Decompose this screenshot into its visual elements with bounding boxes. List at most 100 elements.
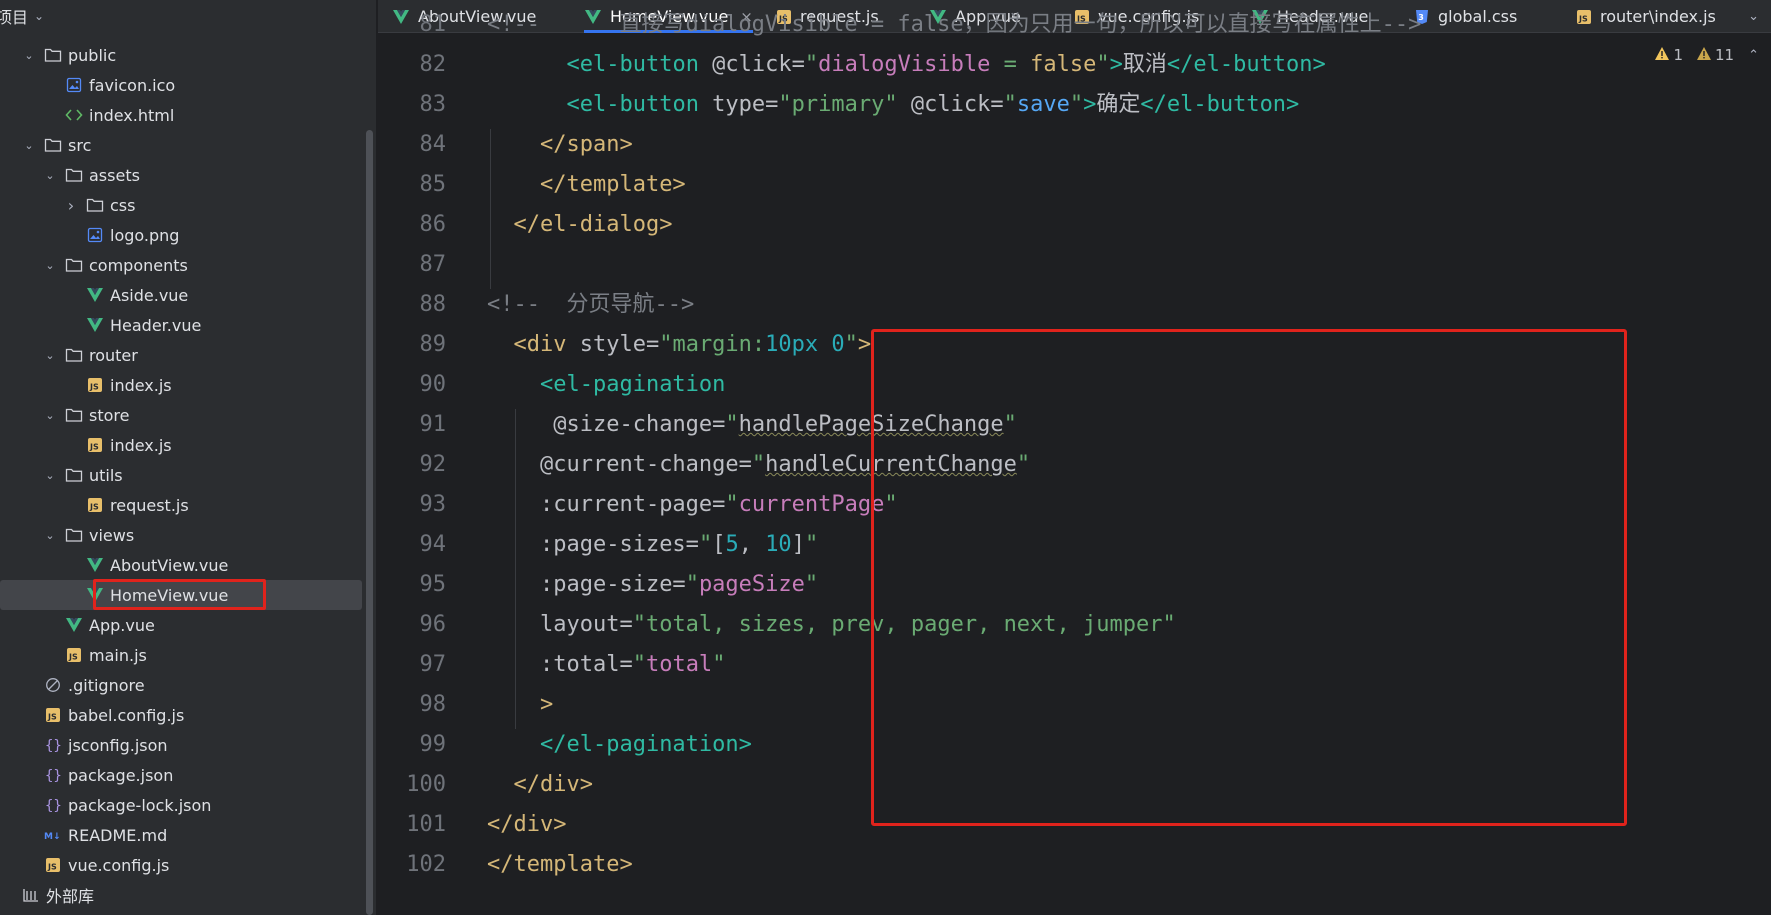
svg-text:JS: JS [68,653,78,662]
code-token: </template> [487,852,633,877]
tree-file[interactable]: logo.png [0,220,362,250]
code-token: , [738,532,766,557]
tree-file[interactable]: JS index.js [0,370,362,400]
tab-label: global.css [1438,7,1518,26]
folder-icon [65,256,83,274]
tree-folder[interactable]: › css [0,190,362,220]
code-line: <el-button type="primary" @click="save">… [487,85,1299,125]
code-token: > [539,692,554,717]
tree-file[interactable]: AboutView.vue [0,550,362,580]
code-token: " [751,452,766,477]
chevron-down-icon[interactable]: ⌄ [43,259,57,272]
tree-file[interactable]: JS index.js [0,430,362,460]
tree-file[interactable]: App.vue [0,610,362,640]
tree-file[interactable]: JS vue.config.js [0,850,362,880]
chevron-down-icon[interactable]: ⌄ [43,409,57,422]
code-token: 0 [831,332,845,357]
code-token: " [1069,92,1084,117]
code-token: <el-button [566,52,699,77]
chevron-down-icon[interactable]: ⌄ [43,169,57,182]
svg-text:JS: JS [89,383,99,392]
tree-file[interactable]: Aside.vue [0,280,362,310]
chevron-down-icon[interactable]: ⌄ [34,9,44,23]
tree-file[interactable]: {} package.json [0,760,362,790]
tree-folder[interactable]: ⌄ assets [0,160,362,190]
tree-file[interactable]: .gitignore [0,670,362,700]
highlight-box-selected-file [93,579,266,610]
code-token: @current-change= [539,452,752,477]
tree-file[interactable]: Header.vue [0,310,362,340]
code-token: [ [712,532,726,557]
chevron-down-icon[interactable]: ⌄ [43,469,57,482]
warning-count-b[interactable]: 11 [1697,46,1734,64]
code-token: 5 [725,532,739,557]
weak-warning-icon [1697,46,1711,64]
tree-item-label: index.html [89,105,175,125]
tree-file[interactable]: {} jsconfig.json [0,730,362,760]
tree-file[interactable]: JS main.js [0,640,362,670]
tree-item-label: src [68,135,92,155]
code-token: <!-- 分页导航--> [487,292,695,317]
project-header[interactable]: 项目 ⌄ [0,0,376,32]
vue-file-icon [86,556,104,574]
code-token: > [1109,52,1123,77]
chevron-down-icon[interactable]: ⌄ [22,139,36,152]
code-token: @click= [698,52,805,77]
tree-folder[interactable]: ⌄ public [0,40,362,70]
tree-file[interactable]: JS request.js [0,490,362,520]
tree-file[interactable]: favicon.ico [0,70,362,100]
js-file-icon: JS [86,436,104,454]
code-token: <div [513,332,567,357]
tree-folder[interactable]: ⌄ store [0,400,362,430]
tree-file[interactable]: {} package-lock.json [0,790,362,820]
chevron-down-icon[interactable]: ⌄ [22,49,36,62]
tree-file[interactable]: 外部库 [0,880,362,910]
code-token: " [1003,92,1017,117]
tree-item-label: favicon.ico [89,75,176,95]
chevron-right-icon[interactable]: › [64,196,78,215]
tree-item-label: Header.vue [110,315,202,335]
tree-file[interactable]: JS babel.config.js [0,700,362,730]
code-line: :total="total" [487,645,725,685]
warning-count-a[interactable]: 1 [1655,46,1683,64]
tree-item-label: utils [89,465,123,485]
warning-icon [1655,46,1670,64]
svg-text:JS: JS [47,713,57,722]
tree-item-label: AboutView.vue [110,555,229,575]
code-token: ] [791,532,805,557]
code-token: :page-size= [539,572,686,597]
tree-folder[interactable]: ⌄ router [0,340,362,370]
inspection-widget[interactable]: 1 11 ⌃ [1655,46,1759,64]
folder-icon [65,406,83,424]
code-token: <el-button [566,92,699,117]
tree-folder[interactable]: ⌄ views [0,520,362,550]
code-token: </div> [487,812,567,837]
code-token: </span> [539,132,633,157]
code-token: false [1030,52,1097,77]
editor-tab[interactable]: JS router\index.js [1576,0,1716,33]
editor-tab[interactable]: 3 global.css [1414,0,1517,33]
code-token: " [725,492,739,517]
tree-folder[interactable]: ⌄ utils [0,460,362,490]
code-token: > [857,332,872,357]
tree-item-label: 外部库 [46,887,95,906]
tree-item-label: package.json [68,765,174,785]
project-title: 项目 [0,8,29,27]
tree-file[interactable]: index.html [0,100,362,130]
chevron-up-icon[interactable]: ⌃ [1748,48,1759,63]
code-line: </template> [487,845,633,885]
tree-item-label: .gitignore [68,675,145,695]
tree-folder[interactable]: ⌄ src [0,130,362,160]
chevron-down-icon[interactable]: ⌄ [1748,0,1759,33]
tree-file[interactable]: M↓ README.md [0,820,362,850]
chevron-down-icon[interactable]: ⌄ [43,349,57,362]
js-file-icon: JS [86,496,104,514]
tree-folder[interactable]: ⌄ components [0,250,362,280]
chevron-down-icon[interactable]: ⌄ [43,529,57,542]
tree-scrollbar[interactable] [366,130,373,915]
code-line: :current-page="currentPage" [487,485,898,525]
